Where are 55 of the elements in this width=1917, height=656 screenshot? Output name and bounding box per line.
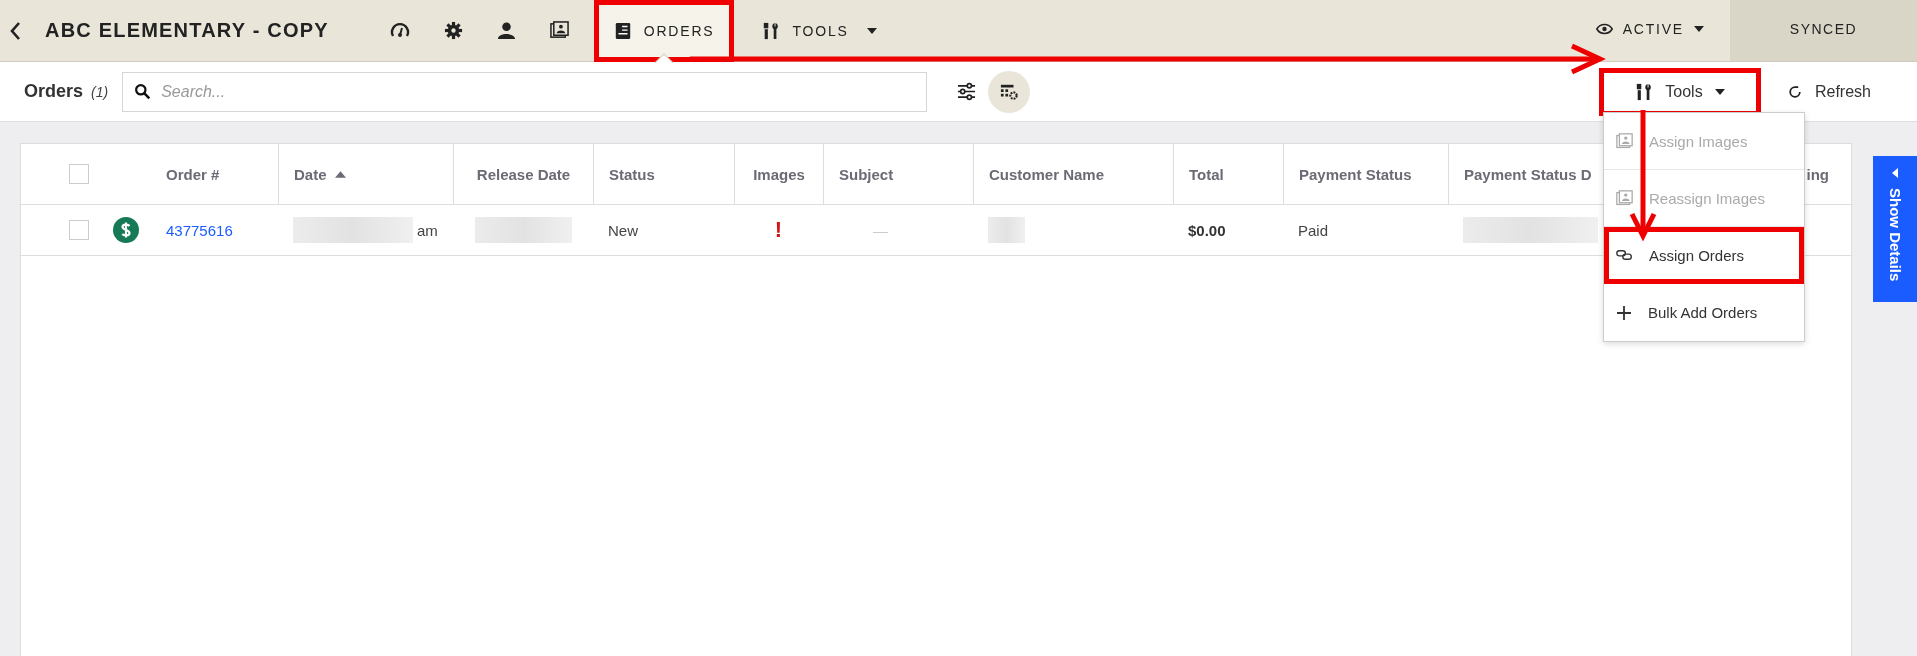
column-header[interactable]: Date xyxy=(294,165,346,183)
sort-ascending-icon xyxy=(334,170,346,178)
refresh-icon xyxy=(1786,83,1803,100)
caret-icon xyxy=(1694,25,1704,32)
orders-heading: Orders xyxy=(24,81,84,102)
menu-item[interactable]: Assign Orders xyxy=(1604,227,1804,284)
back-icon[interactable] xyxy=(9,20,21,41)
search-icon xyxy=(134,82,152,100)
search-field[interactable]: Search... xyxy=(122,71,928,112)
column-header[interactable]: ing xyxy=(1806,165,1829,183)
column-header[interactable]: Total xyxy=(1189,165,1224,183)
column-header[interactable]: Payment Status xyxy=(1299,165,1412,183)
table-settings-icon xyxy=(1000,82,1019,101)
column-header[interactable]: Status xyxy=(609,165,655,183)
person-icon[interactable] xyxy=(496,21,516,40)
tools-menu-tab[interactable]: TOOLS xyxy=(742,0,897,62)
select-all-checkbox[interactable] xyxy=(69,164,89,184)
eye-icon xyxy=(1595,22,1613,35)
filter-sliders-icon[interactable] xyxy=(957,82,977,101)
caret-icon xyxy=(866,27,877,34)
tools-dropdown-button[interactable]: Tools xyxy=(1598,67,1761,116)
photo-card-icon xyxy=(1616,132,1633,150)
redacted-block xyxy=(988,217,1025,243)
table-cell: Paid xyxy=(1298,221,1329,239)
tools-icon xyxy=(762,21,781,40)
list-document-icon xyxy=(613,21,632,40)
link-icon xyxy=(1616,249,1633,261)
show-details-tab[interactable]: Show Details xyxy=(1873,156,1917,302)
settings-icon[interactable] xyxy=(443,21,463,40)
table-cell: — xyxy=(873,221,888,239)
table-cell: New xyxy=(608,221,638,239)
photo-card-icon xyxy=(1616,189,1633,207)
plus-icon xyxy=(1616,304,1632,321)
table-settings-button[interactable] xyxy=(988,70,1031,113)
caret-icon xyxy=(1892,168,1898,178)
tools-icon xyxy=(1635,82,1654,101)
column-header[interactable]: Images xyxy=(753,165,805,183)
orders-count: (1) xyxy=(91,83,109,100)
dollar-badge-icon xyxy=(113,217,139,243)
row-checkbox[interactable] xyxy=(69,220,89,240)
status-dropdown[interactable]: ACTIVE xyxy=(1589,0,1710,57)
menu-item[interactable]: Bulk Add Orders xyxy=(1604,284,1804,341)
exclamation-mark-text: ! xyxy=(774,217,783,243)
sync-status: SYNCED xyxy=(1730,0,1917,61)
caret-icon xyxy=(1714,88,1725,95)
column-header[interactable]: Payment Status D xyxy=(1464,165,1592,183)
table-cell: am xyxy=(417,221,438,239)
order-number-link[interactable]: 43775616 xyxy=(166,221,233,239)
column-header[interactable]: Customer Name xyxy=(989,165,1105,183)
column-header[interactable]: Subject xyxy=(839,165,894,183)
photo-card-icon[interactable] xyxy=(549,21,569,40)
column-header[interactable]: Release Date xyxy=(476,165,571,183)
column-header[interactable]: Order # xyxy=(166,165,220,183)
table-cell: $0.00 xyxy=(1188,221,1226,239)
page-title: ABC ELEMENTARY - COPY xyxy=(45,19,329,42)
